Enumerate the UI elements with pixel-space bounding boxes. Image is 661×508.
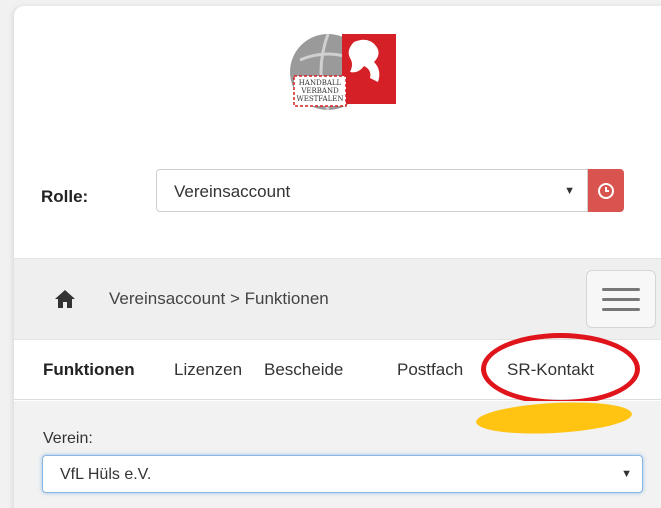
logo-line-3: WESTFALEN	[297, 95, 344, 103]
breadcrumb: Vereinsaccount > Funktionen	[14, 258, 661, 340]
clock-icon	[598, 182, 614, 199]
tab-bescheide[interactable]: Bescheide	[264, 360, 343, 380]
chevron-down-icon: ▼	[621, 468, 632, 480]
tab-lizenzen[interactable]: Lizenzen	[174, 360, 242, 380]
tab-funktionen[interactable]: Funktionen	[43, 360, 135, 380]
hamburger-line	[602, 297, 640, 301]
verein-select[interactable]: VfL Hüls e.V. ▼	[42, 455, 643, 493]
role-select[interactable]: Vereinsaccount ▼	[156, 169, 588, 212]
hamburger-menu-button[interactable]	[586, 270, 656, 328]
tab-postfach[interactable]: Postfach	[397, 360, 463, 380]
chevron-down-icon: ▼	[564, 185, 575, 197]
role-history-button[interactable]	[588, 169, 624, 212]
hamburger-line	[602, 287, 640, 291]
verein-label: Verein:	[43, 430, 93, 447]
hamburger-line	[602, 307, 640, 311]
verein-select-value: VfL Hüls e.V.	[60, 466, 152, 483]
role-select-value: Vereinsaccount	[174, 182, 291, 201]
logo-line-1: HANDBALL	[299, 79, 342, 87]
role-label: Rolle:	[41, 187, 89, 206]
home-icon[interactable]	[54, 289, 76, 309]
breadcrumb-text[interactable]: Vereinsaccount > Funktionen	[109, 289, 329, 309]
logo-line-2: VERBAND	[300, 87, 339, 95]
red-circle-annotation	[481, 333, 640, 405]
handball-verband-westfalen-logo: HANDBALL VERBAND WESTFALEN	[290, 33, 396, 111]
